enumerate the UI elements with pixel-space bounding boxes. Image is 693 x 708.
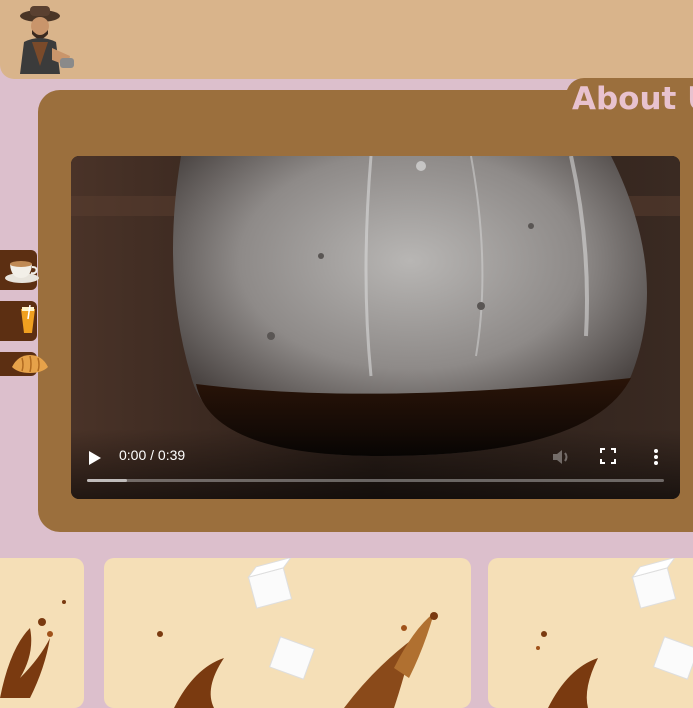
play-icon[interactable]	[87, 449, 103, 467]
coffee-cup-icon	[5, 261, 39, 283]
barista-logo-icon[interactable]	[12, 4, 76, 76]
fullscreen-icon[interactable]	[600, 448, 616, 464]
header	[0, 0, 693, 79]
video-controls: 0:00 / 0:39	[71, 429, 680, 499]
video-player[interactable]: 0:00 / 0:39	[71, 156, 680, 499]
product-card[interactable]	[488, 558, 693, 708]
video-time: 0:00 / 0:39	[119, 447, 186, 463]
coffee-splash-sugar-icon	[157, 558, 438, 708]
croissant-icon	[12, 355, 48, 373]
about-title: About U	[572, 81, 693, 117]
video-progress-bar[interactable]	[87, 479, 664, 482]
product-card[interactable]	[0, 558, 84, 708]
video-progress-fill	[87, 479, 128, 482]
coffee-splash-sugar-icon	[536, 558, 693, 708]
volume-icon[interactable]	[551, 447, 571, 467]
more-options-icon[interactable]	[651, 447, 661, 467]
product-card[interactable]	[104, 558, 471, 708]
side-nav-item-coffee[interactable]	[0, 250, 39, 290]
iced-drink-icon	[21, 305, 35, 333]
coffee-splash-icon	[0, 600, 66, 698]
side-nav-item-drinks[interactable]	[0, 301, 37, 341]
side-nav-item-pastry[interactable]	[0, 352, 48, 376]
